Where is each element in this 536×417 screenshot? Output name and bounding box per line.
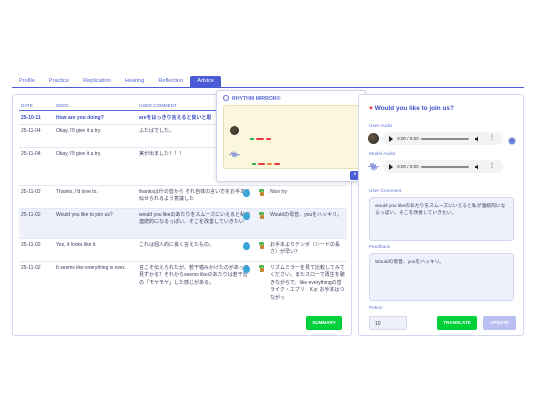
user-avatar [368, 133, 379, 144]
table-row[interactable]: 25-11-02 It seems like everything is ove… [19, 262, 347, 302]
tab-divider [12, 87, 524, 88]
row-date: 25-11-02 [21, 212, 41, 218]
water-drop-icon[interactable] [243, 265, 253, 276]
summary-button[interactable]: SUMMARY [306, 316, 342, 330]
row-date: 25-11-02 [21, 242, 41, 248]
row-feedback: Wouldの母音、youをハッキリ。 [270, 212, 342, 218]
row-user-comment: thanksは什の音から それ自体の言い方をお手本に似せられるよう意識した [139, 189, 251, 203]
feedback-label: Feedback [369, 245, 391, 250]
row-feedback: お手本よりテンポ（シードの長さ）が早い？ [270, 242, 340, 256]
sprout-icon[interactable] [258, 242, 268, 252]
user-comment-label: User Comment [369, 189, 402, 194]
model-audio-label: Model Audio [369, 152, 396, 157]
row-seed: Would you like to join us? [56, 212, 113, 218]
row-feedback: リズムミラーを見て比較してみてください。またスローで再生を聴きながらで、like… [270, 265, 345, 301]
tab-hearing[interactable]: Hearing [118, 76, 152, 87]
popup-title: RHYTHM MIRROR® [223, 95, 281, 102]
volume-icon[interactable] [475, 136, 480, 142]
seek-bar[interactable] [421, 138, 469, 140]
seek-bar[interactable] [421, 166, 469, 168]
play-icon[interactable] [389, 163, 393, 170]
detail-panel: ♥ Would you like to join us? User Audio 0… [358, 94, 524, 336]
more-options-icon[interactable]: ⋮ [489, 135, 495, 141]
row-seed: Okay, I'll give it a try. [56, 151, 102, 157]
row-user-comment: これは個人的に良く言えたもの。 [139, 242, 215, 248]
table-row[interactable]: 25-11-02 Yes, it looks like it. これは個人的に良… [19, 239, 347, 262]
row-seed: Yes, it looks like it. [56, 242, 97, 248]
ring-icon [223, 95, 229, 101]
row-seed: Thanks, I'd love to. [56, 189, 98, 195]
tab-profile[interactable]: Profile [12, 76, 42, 87]
row-seed: How are you doing? [56, 115, 104, 121]
player-time: 0:00 / 0:00 [397, 164, 419, 169]
sprout-icon[interactable] [258, 212, 268, 222]
tab-practice[interactable]: Practice [42, 76, 76, 87]
row-date: 25-10-11 [21, 115, 41, 121]
translate-button[interactable]: TRANSLATE [437, 316, 477, 330]
row-date: 25-11-04 [21, 151, 41, 157]
update-button[interactable]: UPDATE [483, 316, 516, 330]
volume-icon[interactable] [475, 164, 480, 170]
water-drop-icon[interactable] [243, 242, 253, 253]
user-avatar [230, 126, 239, 135]
detail-title: ♥ Would you like to join us? [369, 105, 454, 112]
header-date: DATE [21, 103, 33, 108]
user-comment-field[interactable]: would you likeのあたりをスムーズにいえると私が連続的になるっぽい、… [369, 197, 514, 241]
row-seed: It seems like everything is over. [56, 265, 126, 271]
record-icon[interactable] [508, 137, 516, 145]
row-date: 25-11-04 [21, 128, 41, 134]
row-date: 25-11-02 [21, 265, 41, 271]
model-audio-player[interactable]: 0:00 / 0:00 ⋮ [383, 160, 503, 173]
table-row[interactable]: 25-11-02 Thanks, I'd love to. thanksは什の音… [19, 186, 347, 209]
waveform-icon [368, 162, 379, 171]
tab-replication[interactable]: Replication [76, 76, 118, 87]
row-date: 25-11-02 [21, 189, 41, 195]
sprout-icon[interactable] [258, 265, 268, 275]
user-rhythm-beads [250, 130, 273, 148]
header-seed: SEED [56, 103, 69, 108]
sprout-icon[interactable] [258, 189, 268, 199]
row-user-comment: would you likeのあたりをスムーズにいえると私が連続的になるっぽい、… [139, 212, 251, 226]
model-rhythm-beads [252, 155, 282, 173]
heart-icon: ♥ [369, 105, 373, 112]
water-drop-icon[interactable] [243, 189, 253, 200]
water-drop-icon[interactable] [243, 212, 253, 223]
user-audio-player[interactable]: 0:00 / 0:00 ⋮ [383, 132, 503, 145]
potion-label: Potion [369, 306, 383, 311]
rhythm-mirror-popup: RHYTHM MIRROR® × [216, 90, 366, 182]
row-feedback: Nice try [270, 189, 287, 195]
detail-title-text: Would you like to join us? [374, 105, 454, 112]
rhythm-visualization [223, 105, 360, 169]
user-audio-label: User Audio [369, 124, 393, 129]
row-user-comment: 言こそ伝えられたが、若干噛みかけたのがあって見ずかる？それからseems lik… [139, 265, 249, 286]
potion-input[interactable]: 10 [369, 316, 407, 330]
header-user-comment: USER COMMENT [139, 103, 177, 108]
row-seed: Okay, I'll give it a try. [56, 128, 102, 134]
player-time: 0:00 / 0:00 [397, 136, 419, 141]
waveform-icon [229, 151, 240, 158]
table-row[interactable]: 25-11-02 Would you like to join us? woul… [19, 209, 347, 239]
tab-reflection[interactable]: Reflection [151, 76, 190, 87]
tab-advice[interactable]: Advice [190, 76, 222, 87]
more-options-icon[interactable]: ⋮ [489, 163, 495, 169]
feedback-field[interactable]: Wouldの母音、youをハッキリ。 [369, 253, 514, 301]
play-icon[interactable] [389, 135, 393, 142]
popup-title-text: RHYTHM MIRROR® [232, 96, 281, 102]
